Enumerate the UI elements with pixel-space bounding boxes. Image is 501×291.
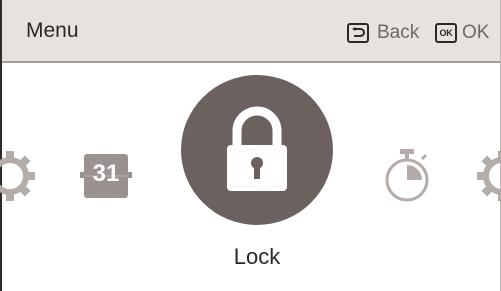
back-button[interactable]: Back xyxy=(347,22,419,44)
calendar-item[interactable]: 31 xyxy=(80,152,132,200)
menu-header: Menu Back OK OK xyxy=(2,0,500,63)
lock-icon xyxy=(227,106,287,191)
back-label: Back xyxy=(377,22,420,43)
stopwatch-icon xyxy=(385,149,429,202)
ok-button[interactable]: OK OK xyxy=(435,22,489,44)
menu-title: Menu xyxy=(26,19,79,42)
calendar-day: 31 xyxy=(92,160,120,187)
selected-item-label: Lock xyxy=(233,244,281,269)
lock-item-selected[interactable] xyxy=(181,75,333,225)
timer-item[interactable] xyxy=(382,147,432,205)
gear-icon xyxy=(0,151,35,201)
gear-icon xyxy=(477,151,501,201)
settings-item-right[interactable] xyxy=(476,146,501,206)
back-arrow-icon xyxy=(347,23,369,43)
settings-item-left[interactable] xyxy=(0,146,40,206)
ok-label: OK xyxy=(462,22,490,43)
ok-key-icon-text: OK xyxy=(439,28,453,38)
ok-key-icon: OK xyxy=(435,23,457,43)
